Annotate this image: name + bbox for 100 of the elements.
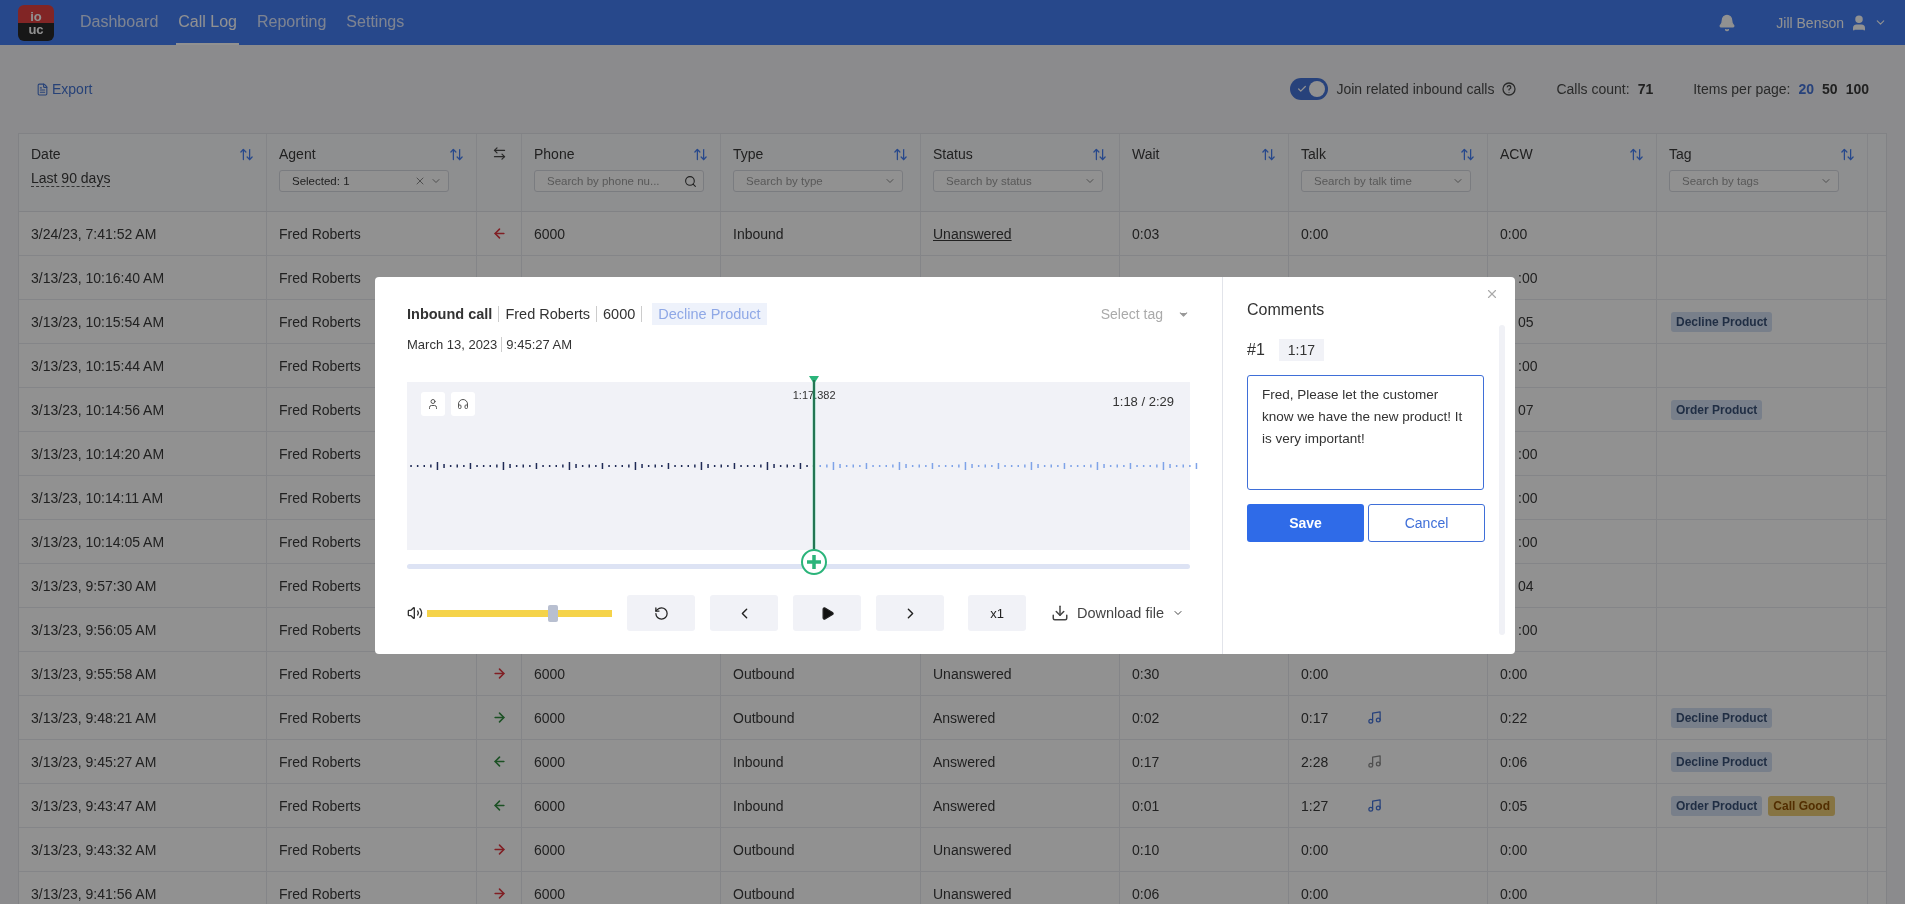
export-link[interactable]: Export [36,81,93,97]
sort-icon[interactable] [239,146,254,162]
date-range-link[interactable]: Last 90 days [31,170,111,187]
sort-icon[interactable] [449,146,464,162]
status-cell: Answered [933,753,996,770]
music-note-icon[interactable] [1367,710,1382,725]
music-note-icon[interactable] [1367,798,1382,813]
user-icon[interactable] [1850,13,1868,32]
document-icon [36,82,49,96]
date-cell: 3/13/23, 10:15:54 AM [31,313,165,330]
join-toggle[interactable] [1290,78,1329,100]
status-cell: Unanswered [933,841,1012,858]
sort-icon[interactable] [1840,146,1855,162]
download-button[interactable]: Download file [1044,603,1190,623]
progress-track[interactable] [407,564,1190,569]
user-name[interactable]: Jill Benson [1776,14,1844,31]
talk-cell-text: 0:00 [1301,665,1330,682]
acw-cell: 04 [1518,577,1534,594]
tag-select[interactable]: Select tag [1100,306,1190,322]
date-cell: 3/24/23, 7:41:52 AM [31,225,157,242]
nav-tab[interactable]: Call Log [176,0,239,45]
date-cell: 3/13/23, 9:56:05 AM [31,621,157,638]
sort-icon[interactable] [1460,146,1475,162]
tag-label: Order Product [1671,399,1763,420]
phone-cell: 6000 [534,885,566,902]
replay-icon [653,605,669,621]
volume-thumb[interactable] [547,604,558,622]
comment-timestamp[interactable]: 1:17 [1278,339,1325,361]
acw-cell: 05 [1518,313,1534,330]
comment-field[interactable]: Fred, Please let the customer know we have the new product! It is very important! [1247,375,1484,490]
agent-cell: Fred Roberts [279,709,361,726]
sort-icon[interactable] [1261,146,1276,162]
per-page-option[interactable]: 50 [1822,81,1838,97]
bell-icon[interactable] [1718,13,1737,32]
acw-cell: :00 [1518,489,1538,506]
phone-number: 6000 [597,306,643,322]
cancel-button[interactable]: Cancel [1368,504,1485,542]
tag-label: Call Good [1768,795,1836,816]
search-icon [684,174,697,188]
comment-number: #1 [1247,341,1265,359]
date-cell: 3/13/23, 9:41:56 AM [31,885,157,902]
wait-cell: 0:06 [1132,885,1160,902]
per-page-option[interactable]: 20 [1798,81,1815,97]
volume-icon[interactable] [407,605,423,621]
close-button[interactable] [1485,287,1499,301]
call-type: Inbound call [407,306,500,322]
acw-cell: 07 [1518,401,1534,418]
music-note-icon[interactable] [1367,754,1382,769]
column-header: ACW [1500,146,1533,162]
sort-icon[interactable] [1629,146,1644,162]
nav-tab[interactable]: Reporting [255,0,329,45]
agent-cell: Fred Roberts [279,225,361,242]
save-button[interactable]: Save [1247,504,1364,542]
wait-cell: 0:30 [1132,665,1160,682]
talk-cell-text: 0:17 [1301,709,1330,726]
nav-tab[interactable]: Dashboard [78,0,161,45]
speed-button[interactable]: x1 [968,595,1026,631]
status-cell: Answered [933,709,996,726]
date-cell: 3/13/23, 10:15:44 AM [31,357,165,374]
sort-icon[interactable] [1092,146,1107,162]
acw-cell: :00 [1518,269,1538,286]
comments-title: Comments [1247,301,1326,319]
talk-cell-text: 0:00 [1301,885,1330,902]
type-cell: Outbound [733,841,795,858]
agent-cell: Fred Roberts [279,797,361,814]
agent-cell: Fred Roberts [279,313,361,330]
type-cell: Inbound [733,797,784,814]
sort-icon[interactable] [693,146,708,162]
acw-cell: 0:06 [1500,753,1528,770]
date-cell: 3/13/23, 9:55:58 AM [31,665,157,682]
play-button[interactable] [793,595,861,631]
column-header: Status [933,146,973,162]
agent-cell: Fred Roberts [279,665,361,682]
agent-filter[interactable]: Selected: 1 [279,170,449,192]
date-cell: 3/13/23, 9:48:21 AM [31,709,157,726]
per-page-option[interactable]: 100 [1845,81,1869,97]
clear-icon[interactable] [414,175,426,187]
date-cell: 3/13/23, 10:14:11 AM [31,489,164,506]
call-tag: Decline Product [652,303,767,325]
column-header: Talk [1301,146,1326,162]
sort-icon[interactable] [893,146,908,162]
headphones-icon-button[interactable] [451,392,475,416]
acw-cell: 0:00 [1500,841,1528,858]
person-icon-button[interactable] [421,392,445,416]
wait-cell: 0:03 [1132,225,1160,242]
date-cell: 3/13/23, 10:14:20 AM [31,445,165,462]
app-logo[interactable]: io uc [18,4,54,41]
toggle-label: Join related inbound calls [1336,81,1495,97]
help-icon [1502,82,1517,96]
type-cell: Inbound [733,225,784,242]
replay-button[interactable] [627,595,695,631]
nav-tab[interactable]: Settings [344,0,407,45]
acw-cell: :00 [1518,445,1538,462]
agent-cell: Fred Roberts [279,445,361,462]
agent-cell: Fred Roberts [279,401,361,418]
type-cell: Outbound [733,665,795,682]
wait-cell: 0:17 [1132,753,1160,770]
status-link[interactable]: Unanswered [933,225,1012,242]
date-cell: 3/13/23, 10:16:40 AM [31,269,165,286]
direction-icon [491,146,507,161]
